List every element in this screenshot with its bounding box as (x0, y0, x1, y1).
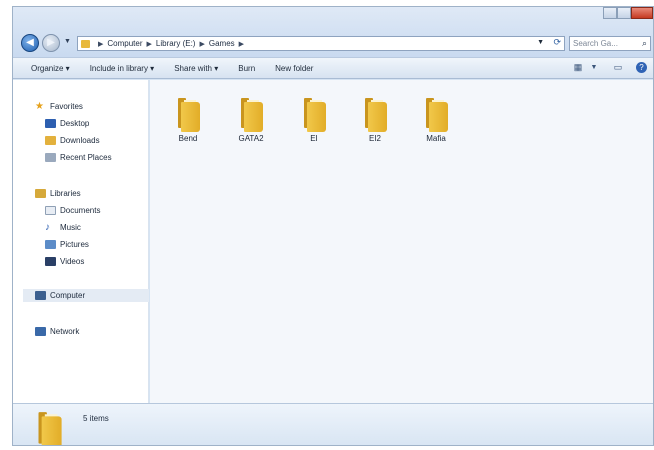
sidebar-item-label: Computer (50, 291, 86, 300)
folder-icon (302, 98, 326, 132)
back-button[interactable]: ◀ (21, 34, 39, 52)
breadcrumb-library[interactable]: Library (E:) (156, 39, 196, 48)
navigation-pane: ★ Favorites Desktop Downloads Recent Pla… (13, 80, 149, 403)
sidebar-item-recent-places[interactable]: Recent Places (45, 151, 112, 164)
folder-icon (424, 98, 448, 132)
recent-pages-dropdown[interactable]: ▼ (64, 38, 71, 45)
computer-icon (35, 291, 46, 300)
folder-label: Mafia (426, 134, 446, 143)
videos-icon (45, 257, 56, 266)
sidebar-item-documents[interactable]: Documents (45, 204, 100, 217)
network-icon (35, 327, 46, 336)
breadcrumb-games[interactable]: Games (209, 39, 235, 48)
new-folder-button[interactable]: New folder (265, 64, 323, 73)
address-dropdown-icon[interactable]: ▼ (537, 39, 544, 46)
view-dropdown-icon[interactable]: ▼ (588, 62, 600, 73)
close-button[interactable] (631, 7, 653, 19)
folder-item-bend[interactable]: Bend (164, 98, 212, 143)
downloads-icon (45, 136, 56, 145)
help-icon[interactable]: ? (636, 62, 647, 73)
search-placeholder: Search Ga... (573, 39, 618, 48)
star-icon: ★ (35, 101, 44, 112)
forward-button[interactable]: ▶ (42, 34, 60, 52)
share-with-button[interactable]: Share with ▾ (164, 64, 228, 73)
sidebar-item-label: Recent Places (60, 153, 112, 162)
folder-icon (36, 412, 62, 445)
folder-label: EI (310, 134, 318, 143)
minimize-button[interactable] (603, 7, 617, 19)
sidebar-item-label: Videos (60, 257, 85, 266)
forward-arrow-icon: ▶ (47, 37, 55, 48)
desktop-icon (45, 119, 56, 128)
sidebar-item-label: Desktop (60, 119, 90, 128)
command-bar: Organize ▾ Include in library ▾ Share wi… (13, 57, 653, 79)
chevron-right-icon[interactable]: ▶ (239, 40, 244, 48)
sidebar-item-label: Favorites (50, 102, 83, 111)
pictures-icon (45, 240, 56, 249)
maximize-button[interactable] (617, 7, 631, 19)
sidebar-item-label: Network (50, 327, 80, 336)
recent-places-icon (45, 153, 56, 162)
change-view-icon[interactable]: ▦ (572, 62, 584, 73)
folder-icon (363, 98, 387, 132)
back-arrow-icon: ◀ (26, 37, 34, 48)
music-icon: ♪ (45, 222, 50, 233)
folder-icon (176, 98, 200, 132)
sidebar-item-libraries[interactable]: Libraries (35, 187, 81, 200)
folder-item-ei[interactable]: EI (290, 98, 338, 143)
sidebar-item-desktop[interactable]: Desktop (45, 117, 89, 130)
sidebar-item-videos[interactable]: Videos (45, 255, 84, 268)
folder-icon (239, 98, 263, 132)
view-tools: ▦ ▼ ▭ ? (572, 62, 647, 73)
organize-button[interactable]: Organize ▾ (13, 64, 80, 73)
folder-label: GATA2 (238, 134, 264, 143)
window-frame: ◀ ▶ ▼ ▶ Computer ▶ Library (E:) ▶ Games … (13, 7, 653, 57)
sidebar-item-network[interactable]: Network (35, 325, 79, 338)
sidebar-item-label: Music (60, 223, 81, 232)
sidebar-item-label: Libraries (50, 189, 81, 198)
folder-icon (81, 39, 90, 48)
file-list: Bend GATA2 EI EI2 Mafia (150, 80, 653, 403)
address-bar[interactable]: ▶ Computer ▶ Library (E:) ▶ Games ▶ ▼ ⟳ (77, 36, 565, 51)
details-pane: 5 items (13, 403, 653, 445)
include-in-library-button[interactable]: Include in library ▾ (80, 64, 165, 73)
search-icon[interactable]: ⌕ (642, 38, 647, 49)
search-input[interactable]: Search Ga... ⌕ (569, 36, 651, 51)
preview-pane-icon[interactable]: ▭ (612, 62, 624, 73)
sidebar-item-label: Documents (60, 206, 101, 215)
chevron-right-icon[interactable]: ▶ (98, 40, 103, 48)
documents-icon (45, 206, 56, 215)
chevron-right-icon[interactable]: ▶ (199, 40, 204, 48)
refresh-icon[interactable]: ⟳ (553, 37, 561, 48)
explorer-window: ◀ ▶ ▼ ▶ Computer ▶ Library (E:) ▶ Games … (12, 6, 654, 446)
sidebar-item-favorites[interactable]: ★ Favorites (35, 100, 83, 113)
caption-buttons (603, 7, 653, 19)
folder-item-ei2[interactable]: EI2 (351, 98, 399, 143)
sidebar-item-computer[interactable]: Computer (23, 289, 149, 302)
item-count: 5 items (83, 414, 109, 423)
sidebar-item-downloads[interactable]: Downloads (45, 134, 100, 147)
sidebar-item-pictures[interactable]: Pictures (45, 238, 89, 251)
folder-item-gata2[interactable]: GATA2 (227, 98, 275, 143)
sidebar-item-label: Pictures (60, 240, 89, 249)
sidebar-item-label: Downloads (60, 136, 100, 145)
burn-button[interactable]: Burn (228, 64, 265, 73)
folder-item-mafia[interactable]: Mafia (412, 98, 460, 143)
libraries-icon (35, 189, 46, 198)
folder-label: Bend (178, 134, 198, 143)
chevron-right-icon[interactable]: ▶ (147, 40, 152, 48)
sidebar-item-music[interactable]: ♪ Music (45, 221, 81, 234)
breadcrumb-computer[interactable]: Computer (107, 39, 142, 48)
folder-label: EI2 (368, 134, 381, 143)
